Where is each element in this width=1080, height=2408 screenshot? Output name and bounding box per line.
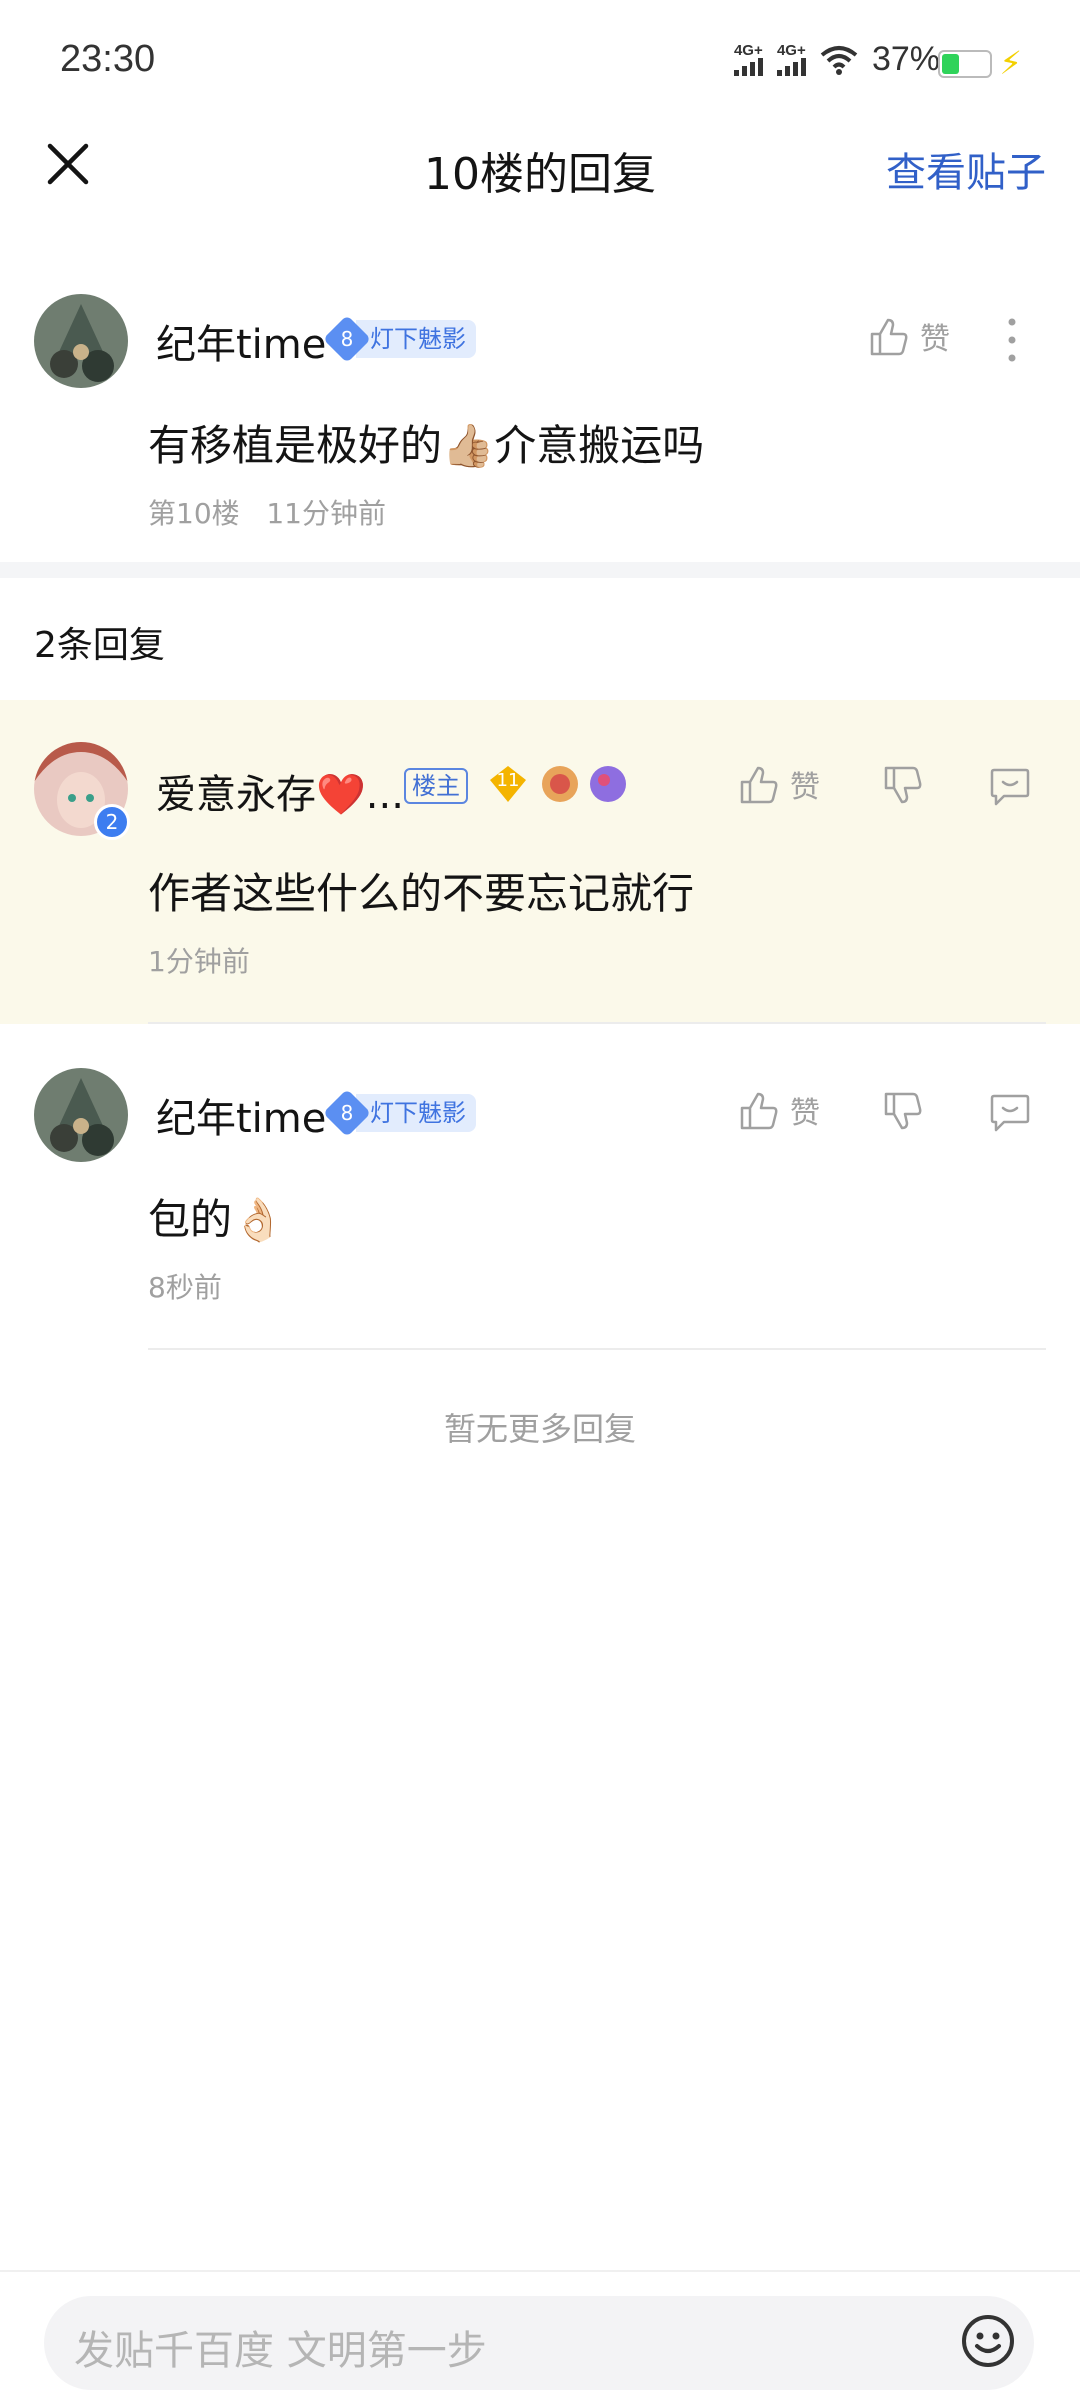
reply-like-button[interactable]: 赞 (738, 762, 820, 806)
battery-icon (938, 50, 992, 78)
comment-icon[interactable] (988, 1090, 1032, 1134)
reply-count: 2条回复 (34, 625, 165, 666)
divider (148, 1348, 1046, 1350)
reply-content: 作者这些什么的不要忘记就行 (148, 869, 695, 918)
post-meta: 第10楼 11分钟前 (148, 492, 386, 532)
thumb-up-icon (740, 1092, 778, 1130)
avatar-level-badge: 2 (94, 804, 130, 840)
post-time: 11分钟前 (266, 497, 386, 530)
no-more-replies: 暂无更多回复 (443, 1410, 636, 1448)
flower-badge-icon (542, 766, 578, 802)
username[interactable]: 纪年time (156, 312, 326, 370)
level-number: 8 (340, 1101, 354, 1125)
reply-username[interactable]: 纪年time (156, 1086, 326, 1144)
like-label: 赞 (790, 770, 820, 805)
wifi-icon (820, 45, 858, 75)
reply-input-placeholder[interactable]: 发贴千百度 文明第一步 (74, 2318, 487, 2376)
like-label: 赞 (920, 322, 950, 357)
avatar[interactable] (34, 294, 128, 388)
signal-2-icon: 4G+ (776, 41, 806, 76)
reply-content: 包的👌🏻 (148, 1195, 285, 1244)
reply-time: 8秒前 (148, 1271, 222, 1304)
host-tag: 楼主 (404, 768, 468, 804)
level-title: 灯下魅影 (356, 320, 476, 358)
bottom-divider (0, 2270, 1080, 2272)
floor-number: 第10楼 (148, 497, 240, 530)
more-icon[interactable] (1000, 316, 1024, 364)
level-badge: 8 灯下魅影 (322, 314, 476, 364)
divider (148, 1022, 1046, 1024)
status-icons: 4G+ 4G+ 37% (733, 40, 940, 79)
comment-icon[interactable] (988, 764, 1032, 808)
reply-avatar[interactable] (34, 1068, 128, 1162)
thumb-down-icon[interactable] (882, 764, 926, 808)
charging-icon: ⚡ (999, 44, 1022, 82)
emoji-icon[interactable] (960, 2313, 1016, 2369)
level-badge: 8 灯下魅影 (322, 1088, 476, 1138)
thumb-down-icon[interactable] (882, 1090, 926, 1134)
network-type-1: 4G+ (733, 41, 763, 59)
level-title: 灯下魅影 (356, 1094, 476, 1132)
post-content: 有移植是极好的👍🏼介意搬运吗 (148, 421, 705, 470)
like-label: 赞 (790, 1096, 820, 1131)
medal-number: 11 (496, 770, 520, 791)
status-time: 23:30 (60, 38, 156, 80)
like-button[interactable]: 赞 (868, 314, 950, 358)
thumb-up-icon (870, 318, 908, 356)
thumb-up-icon (740, 766, 778, 804)
signal-1-icon: 4G+ (733, 41, 763, 76)
reply-username[interactable]: 爱意永存❤️... (156, 762, 404, 820)
section-divider (0, 562, 1080, 578)
view-post-link[interactable]: 查看贴子 (886, 140, 1046, 198)
gem-badge-icon (590, 766, 626, 802)
reply-time: 1分钟前 (148, 945, 250, 978)
battery-percent: 37% (871, 40, 940, 78)
level-number: 8 (340, 327, 354, 351)
medal-icon: 11 (488, 764, 528, 804)
network-type-2: 4G+ (776, 41, 806, 59)
reply-like-button[interactable]: 赞 (738, 1088, 820, 1132)
